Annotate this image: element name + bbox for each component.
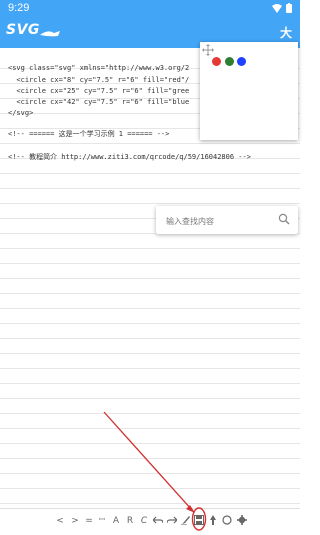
app-logo: SVG	[6, 22, 40, 38]
shape-button[interactable]	[221, 513, 233, 529]
preview-circle-green	[225, 57, 234, 66]
brush-icon	[181, 516, 190, 525]
run-icon	[210, 515, 216, 525]
bottom-toolbar: < > = "" A R C	[0, 508, 300, 535]
search-box	[156, 206, 298, 234]
font-size-button[interactable]: 大	[280, 24, 292, 41]
status-bar: 9:29	[0, 0, 300, 18]
insert-equals-button[interactable]: =	[84, 513, 94, 529]
undo-icon	[153, 516, 163, 524]
circle-icon	[222, 515, 232, 525]
search-icon[interactable]	[278, 213, 290, 225]
insert-quotes-button[interactable]: ""	[97, 513, 107, 529]
preview-circle-red	[212, 57, 221, 66]
run-button[interactable]	[207, 513, 219, 529]
text-r-button[interactable]: R	[125, 513, 135, 529]
code-line: <circle cx="25" cy="7.5" r="6" fill="gre…	[8, 87, 190, 95]
redo-button[interactable]	[166, 513, 178, 529]
redo-icon	[167, 516, 177, 524]
save-icon	[194, 515, 204, 525]
preview-circle-blue	[237, 57, 246, 66]
battery-icon	[286, 3, 292, 13]
code-line: </svg>	[8, 109, 34, 117]
insert-greater-than-button[interactable]: >	[70, 513, 80, 529]
undo-button[interactable]	[152, 513, 164, 529]
search-input[interactable]	[164, 211, 278, 231]
system-icons	[272, 3, 292, 13]
wifi-icon	[272, 3, 282, 13]
code-line: <circle cx="42" cy="7.5" r="6" fill="blu…	[8, 98, 190, 106]
settings-button[interactable]	[236, 513, 248, 529]
svg-preview-panel[interactable]	[200, 42, 298, 140]
text-c-button[interactable]: C	[139, 513, 149, 529]
code-line: <svg class="svg" xmlns="http://www.w3.or…	[8, 64, 190, 72]
code-line: <!-- ====== 这是一个学习示例 1 ====== -->	[8, 130, 170, 138]
logo-swoosh-icon	[40, 31, 60, 37]
insert-less-than-button[interactable]: <	[55, 513, 65, 529]
brush-button[interactable]	[180, 513, 192, 529]
status-time: 9:29	[8, 2, 30, 14]
code-line: <circle cx="8" cy="7.5" r="6" fill="red"…	[8, 76, 190, 84]
save-button[interactable]	[193, 513, 205, 529]
text-a-button[interactable]: A	[111, 513, 121, 529]
move-icon[interactable]	[202, 44, 214, 56]
code-line: <!-- 教程简介 http://www.ziti3.com/qrcode/q/…	[8, 153, 251, 161]
gear-icon	[237, 515, 247, 525]
